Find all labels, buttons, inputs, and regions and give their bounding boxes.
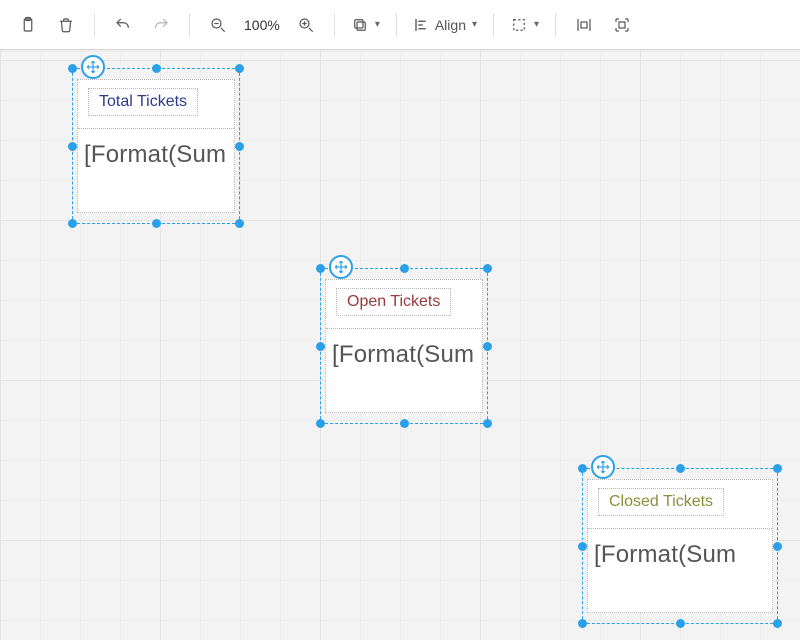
align-left-icon [413,16,431,34]
toolbar-separator [493,13,494,37]
toolbar-separator [94,13,95,37]
trash-icon [57,16,75,34]
chevron-down-icon: ▾ [472,19,477,30]
zoom-out-icon [209,16,227,34]
resize-handle[interactable] [400,419,409,428]
resize-handle[interactable] [68,219,77,228]
resize-handle[interactable] [483,264,492,273]
move-handle[interactable] [591,455,615,479]
resize-handle[interactable] [68,64,77,73]
resize-handle[interactable] [235,142,244,151]
zoom-level[interactable]: 100% [238,17,286,33]
card-title[interactable]: Open Tickets [336,288,451,316]
resize-handle[interactable] [152,64,161,73]
card-title[interactable]: Total Tickets [88,88,198,116]
ticket-card[interactable]: Closed Tickets [Format(Sum [587,479,773,613]
paste-button[interactable] [10,7,46,43]
move-icon [596,460,610,474]
move-icon [334,260,348,274]
resize-handle[interactable] [676,619,685,628]
resize-handle[interactable] [316,342,325,351]
resize-handle[interactable] [235,219,244,228]
toolbar-separator [334,13,335,37]
resize-handle[interactable] [152,219,161,228]
resize-handle[interactable] [400,264,409,273]
redo-icon [152,16,170,34]
fit-width-button[interactable] [566,7,602,43]
selected-card[interactable]: Closed Tickets [Format(Sum [582,468,778,624]
clipboard-icon [19,16,37,34]
toolbar-separator [396,13,397,37]
undo-button[interactable] [105,7,141,43]
redo-button[interactable] [143,7,179,43]
move-icon [86,60,100,74]
design-canvas[interactable]: Total Tickets [Format(Sum Open Tickets [For… [0,50,800,640]
toolbar-separator [555,13,556,37]
zoom-out-button[interactable] [200,7,236,43]
resize-handle[interactable] [578,542,587,551]
align-dropdown[interactable]: Align ▾ [407,7,483,43]
selection-icon [510,16,528,34]
ticket-card[interactable]: Total Tickets [Format(Sum [77,79,235,213]
card-expression[interactable]: [Format(Sum [326,328,482,412]
toolbar-separator [189,13,190,37]
resize-handle[interactable] [773,619,782,628]
resize-handle[interactable] [483,419,492,428]
resize-handle[interactable] [676,464,685,473]
move-handle[interactable] [81,55,105,79]
fit-page-button[interactable] [604,7,640,43]
copy-dropdown[interactable]: ▾ [345,7,386,43]
zoom-in-button[interactable] [288,7,324,43]
zoom-in-icon [297,16,315,34]
resize-handle[interactable] [773,542,782,551]
card-expression[interactable]: [Format(Sum [78,128,234,212]
selected-card[interactable]: Total Tickets [Format(Sum [72,68,240,224]
resize-handle[interactable] [773,464,782,473]
resize-handle[interactable] [578,619,587,628]
chevron-down-icon: ▾ [375,19,380,30]
resize-handle[interactable] [316,264,325,273]
fit-page-icon [613,16,631,34]
card-title[interactable]: Closed Tickets [598,488,724,516]
card-expression[interactable]: [Format(Sum [588,528,772,612]
selection-dropdown[interactable]: ▾ [504,7,545,43]
copy-icon [351,16,369,34]
align-label: Align [435,17,466,33]
delete-button[interactable] [48,7,84,43]
ticket-card[interactable]: Open Tickets [Format(Sum [325,279,483,413]
move-handle[interactable] [329,255,353,279]
resize-handle[interactable] [235,64,244,73]
chevron-down-icon: ▾ [534,19,539,30]
toolbar: 100% ▾ Align ▾ ▾ [0,0,800,50]
undo-icon [114,16,132,34]
resize-handle[interactable] [483,342,492,351]
resize-handle[interactable] [578,464,587,473]
resize-handle[interactable] [68,142,77,151]
fit-width-icon [575,16,593,34]
resize-handle[interactable] [316,419,325,428]
selected-card[interactable]: Open Tickets [Format(Sum [320,268,488,424]
